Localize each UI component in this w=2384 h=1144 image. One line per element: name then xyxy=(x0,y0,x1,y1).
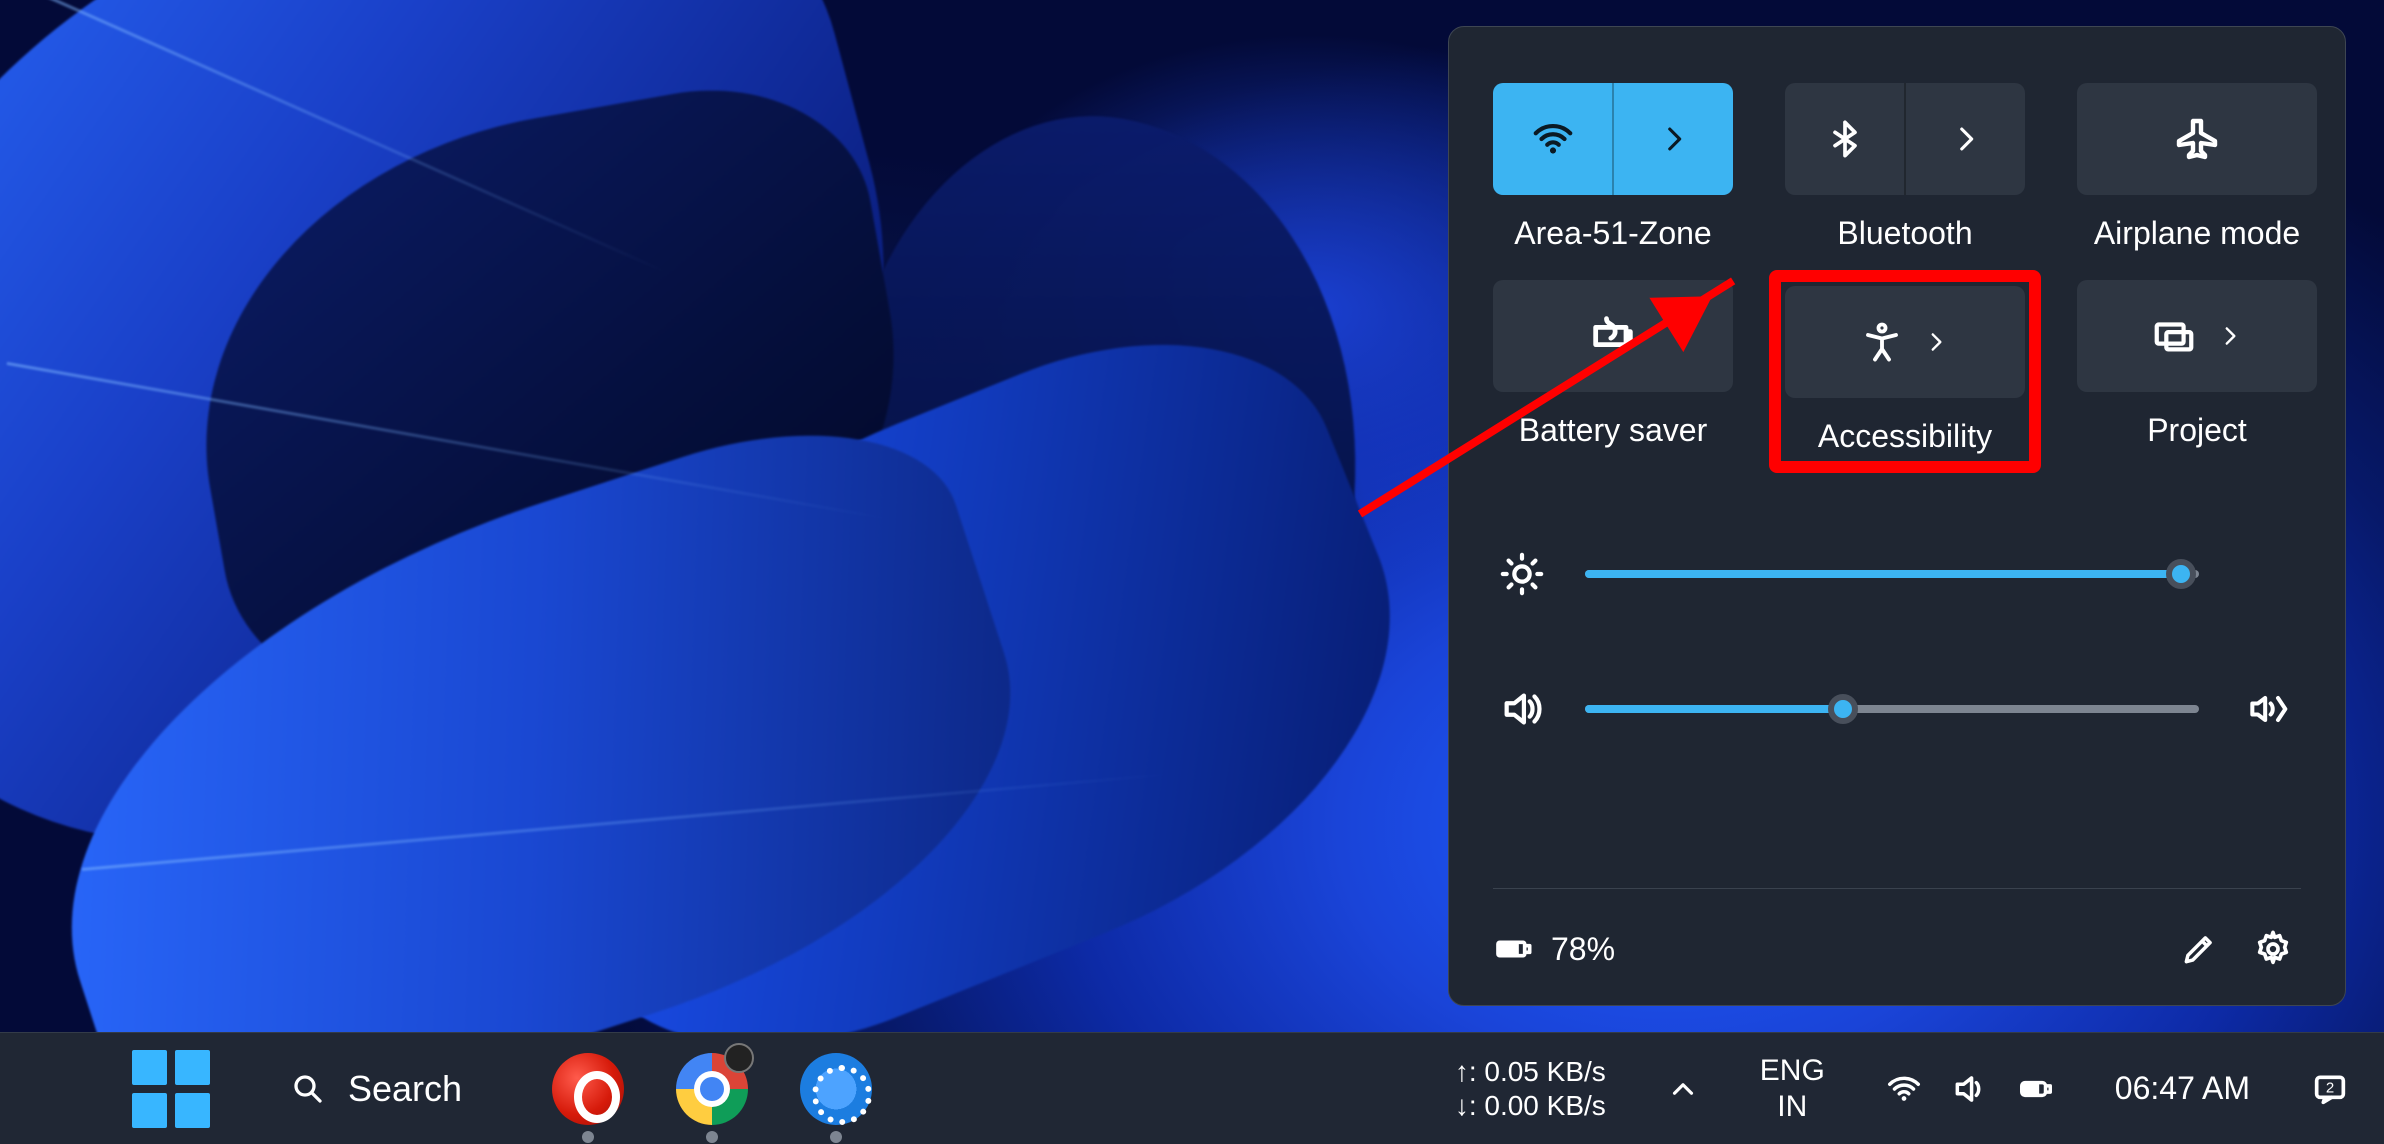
notification-icon[interactable]: 2 xyxy=(2310,1069,2350,1109)
wifi-tile[interactable] xyxy=(1493,83,1733,195)
accessibility-label: Accessibility xyxy=(1818,418,1992,455)
network-speed-indicator: ↑: 0.05 KB/s ↓: 0.00 KB/s xyxy=(1455,1055,1606,1123)
system-tray[interactable] xyxy=(1885,1070,2055,1108)
wifi-expand[interactable] xyxy=(1614,83,1733,195)
opera-app-icon[interactable] xyxy=(552,1053,624,1125)
search-icon xyxy=(290,1071,326,1107)
audio-output-button[interactable] xyxy=(2239,681,2295,737)
pencil-icon xyxy=(2180,930,2218,968)
net-up-text: ↑: 0.05 KB/s xyxy=(1455,1055,1606,1089)
battery-percent-text: 78% xyxy=(1551,931,1615,968)
bluetooth-icon xyxy=(1825,119,1865,159)
quick-settings-panel: Area-51-Zone Bluetooth Airplane mode xyxy=(1448,26,2346,1006)
project-tile[interactable] xyxy=(2077,280,2317,392)
volume-icon xyxy=(1951,1070,1989,1108)
taskbar-search[interactable]: Search xyxy=(262,1049,512,1129)
volume-slider-row xyxy=(1499,681,2295,737)
brightness-icon xyxy=(1499,551,1545,597)
accessibility-icon xyxy=(1861,321,1903,363)
edit-quick-settings-button[interactable] xyxy=(2171,921,2227,977)
volume-slider[interactable] xyxy=(1585,705,2199,713)
audio-output-icon xyxy=(2245,687,2289,731)
gear-icon xyxy=(2253,929,2293,969)
settings-app-icon[interactable] xyxy=(800,1053,872,1125)
settings-button[interactable] xyxy=(2245,921,2301,977)
accessibility-highlight: Accessibility xyxy=(1769,270,2041,473)
chevron-right-icon xyxy=(1923,329,1949,355)
wifi-icon xyxy=(1530,116,1576,162)
battery-saver-label: Battery saver xyxy=(1519,412,1708,449)
bluetooth-label: Bluetooth xyxy=(1837,215,1972,252)
taskbar: Search ↑: 0.05 KB/s ↓: 0.00 KB/s ENG IN … xyxy=(0,1032,2384,1144)
start-button[interactable] xyxy=(132,1050,210,1128)
language-indicator[interactable]: ENG IN xyxy=(1760,1053,1825,1125)
bluetooth-expand[interactable] xyxy=(1906,83,2025,195)
svg-text:2: 2 xyxy=(2326,1079,2334,1096)
bluetooth-tile[interactable] xyxy=(1785,83,2025,195)
search-placeholder: Search xyxy=(348,1068,462,1110)
wifi-icon xyxy=(1885,1070,1923,1108)
chevron-right-icon xyxy=(2217,323,2243,349)
chevron-right-icon xyxy=(1657,122,1691,156)
project-icon xyxy=(2151,313,2197,359)
brightness-slider-row xyxy=(1499,551,2295,597)
airplane-mode-tile[interactable] xyxy=(2077,83,2317,195)
chevron-right-icon xyxy=(1949,122,1983,156)
brightness-slider[interactable] xyxy=(1585,570,2199,578)
wifi-label: Area-51-Zone xyxy=(1514,215,1711,252)
accessibility-tile[interactable] xyxy=(1785,286,2025,398)
volume-icon xyxy=(1499,686,1545,732)
lang-primary: ENG xyxy=(1760,1053,1825,1089)
project-label: Project xyxy=(2147,412,2247,449)
chevron-up-icon[interactable] xyxy=(1666,1072,1700,1106)
bluetooth-toggle[interactable] xyxy=(1785,83,1904,195)
lang-secondary: IN xyxy=(1777,1089,1807,1125)
chrome-app-icon[interactable] xyxy=(676,1053,748,1125)
wifi-toggle[interactable] xyxy=(1493,83,1612,195)
airplane-label: Airplane mode xyxy=(2094,215,2300,252)
clock[interactable]: 06:47 AM xyxy=(2115,1070,2250,1107)
battery-icon xyxy=(1493,929,1533,969)
net-down-text: ↓: 0.00 KB/s xyxy=(1455,1089,1606,1123)
airplane-icon xyxy=(2173,115,2221,163)
battery-icon xyxy=(2017,1070,2055,1108)
